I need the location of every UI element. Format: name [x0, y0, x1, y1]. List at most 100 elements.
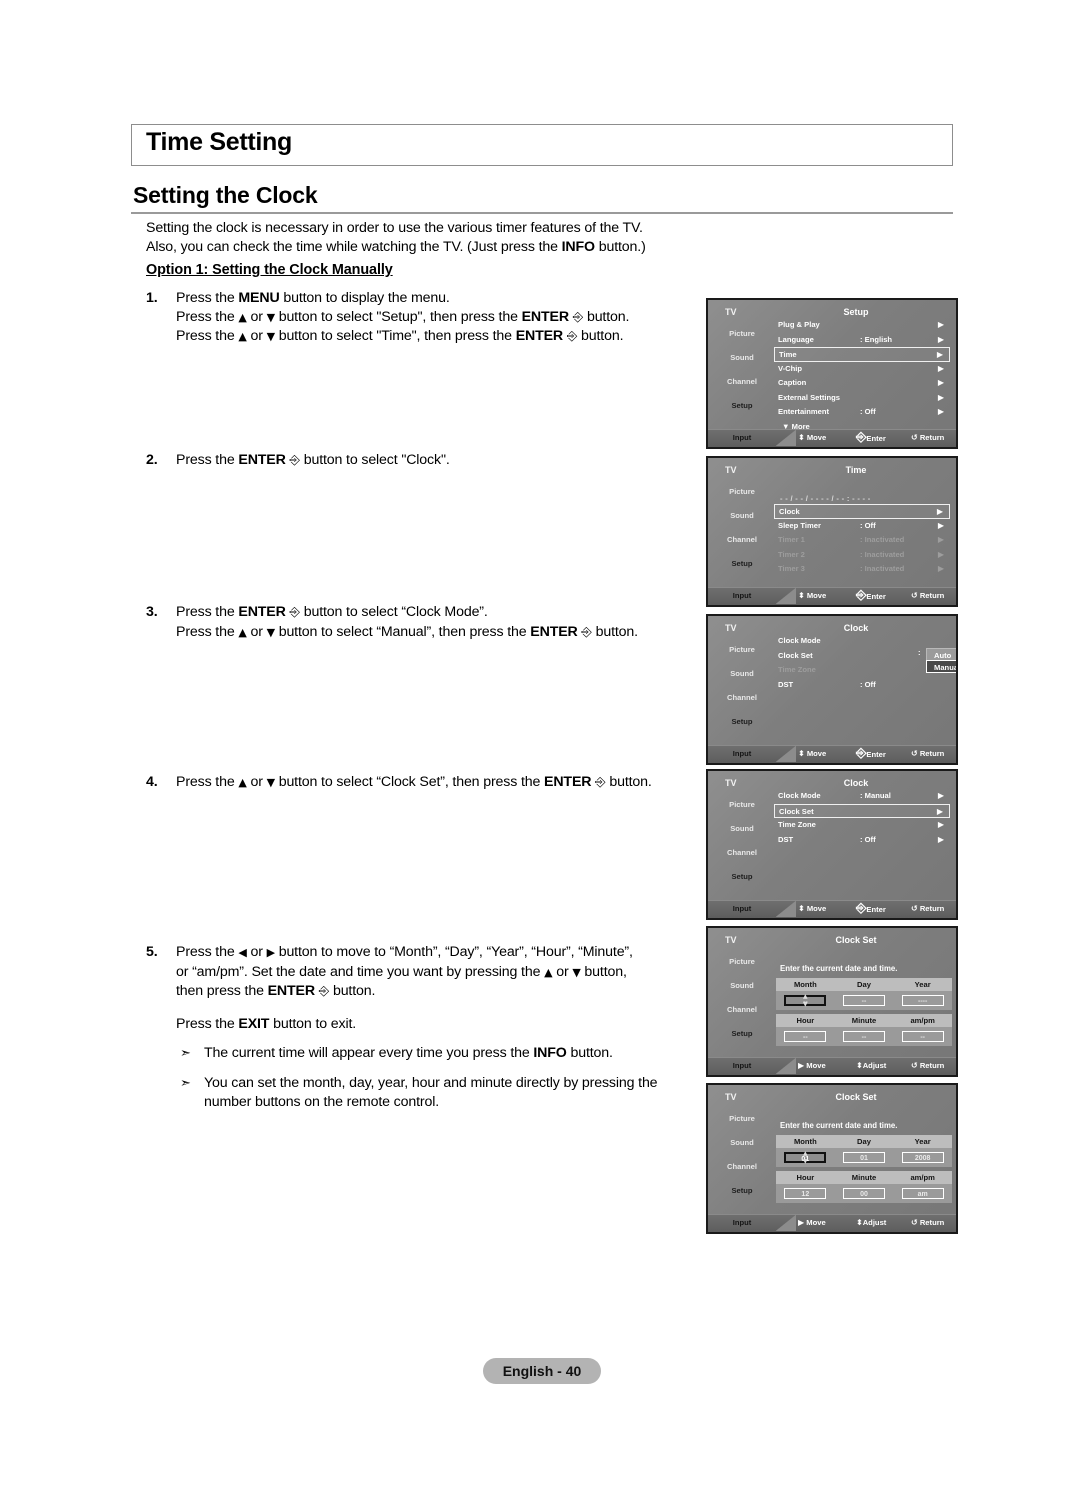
minute-cell[interactable]: -- — [835, 1031, 894, 1042]
menu-row-timer-2[interactable]: Timer 2: Inactivated ▶ — [774, 548, 950, 563]
menu-row-selected-time[interactable]: Time ▶ — [774, 347, 950, 362]
minute-field[interactable]: -- — [843, 1031, 885, 1042]
sidebar-item-setup[interactable]: Setup — [708, 1022, 776, 1046]
menu-row-timer-1[interactable]: Timer 1: Inactivated ▶ — [774, 533, 950, 548]
menu-row[interactable]: External Settings ▶ — [774, 391, 950, 406]
hint-return: ↺ Return — [911, 1061, 945, 1070]
sidebar-item-setup[interactable]: Setup — [708, 865, 776, 889]
hint-return: ↺ Return — [911, 591, 945, 600]
menu-row-clock-mode[interactable]: Clock Mode: Manual ▶ — [774, 789, 950, 804]
chevron-right-icon: ▶ — [937, 535, 944, 544]
sidebar-item-channel[interactable]: Channel — [708, 686, 776, 710]
sidebar-item-channel[interactable]: Channel — [708, 528, 776, 552]
step-2-line-1: Press the ENTER ⎆ button to select "Cloc… — [176, 452, 450, 468]
hour-cell[interactable]: 12 — [776, 1188, 835, 1199]
step-1: 1. Press the MENU button to display the … — [146, 289, 706, 347]
sidebar-item-setup[interactable]: Setup — [708, 552, 776, 576]
sidebar-item-sound[interactable]: Sound — [708, 974, 776, 998]
up-down-arrow-icon: ⬍ — [856, 1218, 863, 1227]
sidebar-item-setup[interactable]: Setup — [708, 1179, 776, 1203]
sidebar-item-picture[interactable]: Picture — [708, 793, 776, 817]
hour-field[interactable]: 12 — [784, 1188, 827, 1199]
ampm-cell[interactable]: -- — [893, 1031, 952, 1042]
sidebar-item-picture[interactable]: Picture — [708, 638, 776, 662]
menu-row-selected-clock-set[interactable]: Clock Set ▶ — [774, 803, 950, 818]
sidebar-item-sound[interactable]: Sound — [708, 817, 776, 841]
sidebar-item-setup[interactable]: Setup — [708, 710, 776, 734]
menu-bottom-bar: Input ⬍ Move ⎆Enter ↺ Return — [708, 587, 956, 605]
menu-row[interactable]: Sleep Timer: Off ▶ — [774, 519, 950, 534]
header-day: Day — [857, 1137, 871, 1146]
clockset-prompt: Enter the current date and time. — [780, 964, 898, 973]
menu-row[interactable]: Plug & Play ▶ — [774, 318, 950, 333]
step-1-line-2: Press the ▲ or ▼ button to select "Setup… — [176, 308, 630, 325]
menu-row-timer-3[interactable]: Timer 3: Inactivated ▶ — [774, 562, 950, 577]
header-ampm: am/pm — [910, 1173, 935, 1182]
sidebar-item-input[interactable]: Input — [708, 430, 776, 446]
return-arrow-icon: ↺ — [911, 1061, 918, 1070]
hint-enter: ⎆Enter — [856, 430, 886, 445]
sidebar-item-input[interactable]: Input — [708, 588, 776, 604]
header-year: Year — [914, 980, 931, 989]
sidebar-item-channel[interactable]: Channel — [708, 370, 776, 394]
sidebar-item-channel[interactable]: Channel — [708, 1155, 776, 1179]
sidebar-item-picture[interactable]: Picture — [708, 950, 776, 974]
month-cell[interactable]: ▲ -- ▼ — [776, 994, 835, 1008]
sidebar-item-input[interactable]: Input — [708, 1058, 776, 1074]
sidebar-item-setup[interactable]: Setup — [708, 394, 776, 418]
sidebar-item-channel[interactable]: Channel — [708, 841, 776, 865]
section-heading: Setting the Clock — [133, 182, 318, 208]
ampm-cell[interactable]: am — [893, 1188, 952, 1199]
sidebar-item-input[interactable]: Input — [708, 1215, 776, 1231]
hour-cell[interactable]: -- — [776, 1031, 835, 1042]
sidebar-item-picture[interactable]: Picture — [708, 1107, 776, 1131]
menu-row-dst[interactable]: DST: Off — [774, 678, 950, 693]
menu-row[interactable]: Entertainment: Off ▶ — [774, 405, 950, 420]
date-table-values: ▲ 01 ▼ 01 2008 — [776, 1148, 952, 1167]
down-arrow-icon: ▼ — [803, 1001, 808, 1008]
menu-row-time-zone[interactable]: Time Zone ▶ — [774, 818, 950, 833]
page-footer: English - 40 — [483, 1358, 601, 1384]
sidebar-item-picture[interactable]: Picture — [708, 480, 776, 504]
menu-row-selected-clock[interactable]: Clock ▶ — [774, 504, 950, 519]
step-5: 5. Press the ◀ or ▶ button to move to “M… — [146, 943, 706, 1111]
minute-cell[interactable]: 00 — [835, 1188, 894, 1199]
hour-field[interactable]: -- — [784, 1031, 827, 1042]
sidebar-item-sound[interactable]: Sound — [708, 504, 776, 528]
day-cell[interactable]: -- — [835, 995, 894, 1006]
minute-field[interactable]: 00 — [843, 1188, 885, 1199]
step-2-number: 2. — [146, 452, 158, 468]
menu-row[interactable]: V-Chip ▶ — [774, 362, 950, 377]
menu-list: Clock Mode: Manual ▶ Clock Set ▶ Time Zone… — [774, 789, 950, 847]
menu-row-clock-mode[interactable]: Clock Mode — [774, 634, 950, 649]
clock-mode-dropdown[interactable]: Auto Manual — [926, 648, 956, 673]
menu-row-time-zone[interactable]: Time Zone — [774, 663, 950, 678]
menu-row[interactable]: Language: English ▶ — [774, 333, 950, 348]
year-cell[interactable]: ---- — [893, 995, 952, 1006]
sidebar-item-sound[interactable]: Sound — [708, 662, 776, 686]
year-field[interactable]: 2008 — [901, 1152, 944, 1163]
menu-row-dst[interactable]: DST: Off ▶ — [774, 833, 950, 848]
ampm-field[interactable]: -- — [901, 1031, 944, 1042]
return-arrow-icon: ↺ — [911, 1218, 918, 1227]
sidebar-item-channel[interactable]: Channel — [708, 998, 776, 1022]
sidebar-item-sound[interactable]: Sound — [708, 346, 776, 370]
menu-row[interactable]: Caption ▶ — [774, 376, 950, 391]
menu-bottom-bar: Input ⬍ Move ⎆Enter ↺ Return — [708, 745, 956, 763]
year-cell[interactable]: 2008 — [893, 1152, 952, 1163]
sidebar-item-input[interactable]: Input — [708, 746, 776, 762]
dropdown-option-manual[interactable]: Manual — [926, 660, 956, 673]
note-2: ➣ You can set the month, day, year, hour… — [180, 1074, 658, 1110]
day-cell[interactable]: 01 — [835, 1152, 894, 1163]
manual-page: Time Setting Setting the Clock Setting t… — [0, 0, 1080, 1488]
day-field[interactable]: 01 — [843, 1152, 885, 1163]
chevron-right-icon: ▶ — [937, 407, 944, 416]
ampm-field[interactable]: am — [901, 1188, 944, 1199]
month-cell[interactable]: ▲ 01 ▼ — [776, 1151, 835, 1165]
year-field[interactable]: ---- — [901, 995, 944, 1006]
sidebar-item-sound[interactable]: Sound — [708, 1131, 776, 1155]
sidebar-item-picture[interactable]: Picture — [708, 322, 776, 346]
sidebar-item-input[interactable]: Input — [708, 901, 776, 917]
day-field[interactable]: -- — [843, 995, 885, 1006]
menu-row-clock-set[interactable]: Clock Set — [774, 649, 950, 664]
